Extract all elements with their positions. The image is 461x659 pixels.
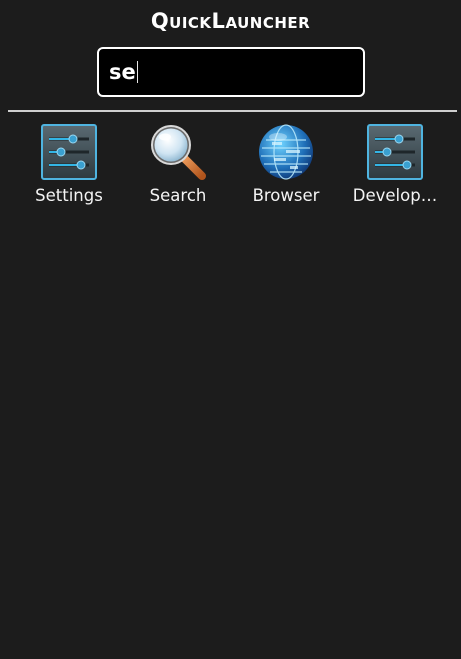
app-results-grid: Settings Search Browser Develop… xyxy=(0,120,461,220)
settings-sliders-icon xyxy=(41,124,97,180)
search-input[interactable]: se xyxy=(97,47,365,97)
app-tile-settings[interactable]: Settings xyxy=(19,120,119,212)
settings-sliders-icon xyxy=(367,124,423,180)
quicklauncher-screen: QuickLauncher se Settings Search Browser… xyxy=(0,0,461,659)
app-label: Develop… xyxy=(352,186,438,205)
app-label: Settings xyxy=(35,186,103,205)
search-query-text: se xyxy=(109,60,136,84)
app-title: QuickLauncher xyxy=(150,9,311,33)
app-tile-developer-options[interactable]: Develop… xyxy=(345,120,445,212)
search-input-value: se xyxy=(109,59,139,85)
header-divider xyxy=(8,110,457,112)
app-tile-search[interactable]: Search xyxy=(128,120,228,212)
app-tile-browser[interactable]: Browser xyxy=(236,120,336,212)
app-label: Browser xyxy=(252,186,320,205)
magnifier-icon xyxy=(151,125,206,180)
app-label: Search xyxy=(149,186,207,205)
globe-icon xyxy=(259,124,313,180)
text-caret xyxy=(136,61,139,83)
